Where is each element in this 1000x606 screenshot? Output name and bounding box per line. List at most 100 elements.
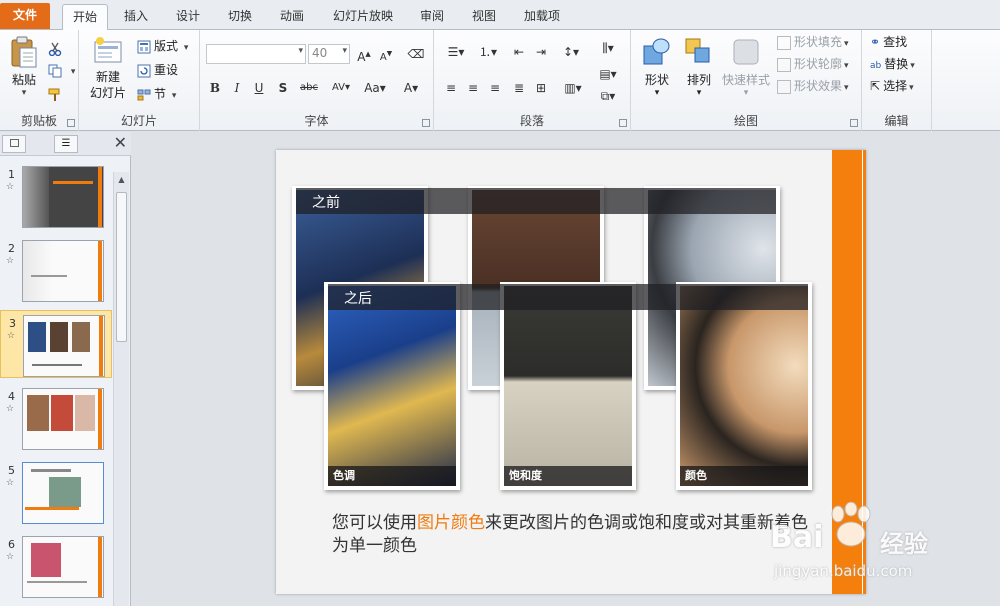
section-button[interactable]: 节 [137,84,176,104]
shapes-button[interactable]: 形状 ▾ [637,36,677,98]
before-label-bar: 之前 [296,188,776,214]
paste-label: 粘贴 [11,73,36,87]
tab-transitions[interactable]: 切换 [218,4,262,30]
find-button[interactable]: ⚭ 查找 [870,32,907,52]
decrease-indent-button[interactable]: ⇤ [510,42,528,62]
slide-thumbnail[interactable] [22,536,104,598]
tab-insert[interactable]: 插入 [114,4,158,30]
thumbnail-item-selected[interactable]: 3 ☆ [0,310,112,378]
font-size-combo[interactable]: 40 ▾ [308,44,350,64]
shape-outline-button[interactable]: 形状轮廓 [777,54,849,74]
bullets-button[interactable]: ☰▾ [442,42,470,62]
photo-after-hue[interactable]: 色调 [324,282,460,490]
distribute-button[interactable]: ⊞ [532,78,550,98]
format-painter-button[interactable] [48,84,65,104]
new-slide-label: 新建 幻灯片 [89,70,126,100]
thumb-text-line [32,364,82,366]
character-spacing-icon: AV▾ [331,82,351,93]
slide-thumbnail[interactable] [22,388,104,450]
italic-button[interactable]: I [228,78,246,98]
line-spacing-button[interactable]: ↕▾ [558,42,584,62]
change-case-button[interactable]: Aa▾ [360,78,390,98]
tab-design[interactable]: 设计 [166,4,210,30]
align-center-icon: ≡ [467,81,479,95]
bold-button[interactable]: B [206,78,224,98]
replace-button[interactable]: ab 替换 [870,54,915,74]
paste-button[interactable]: 粘贴 ▾ [6,36,42,98]
paste-dropdown-icon[interactable]: ▾ [6,88,42,98]
slide-thumbnail[interactable] [22,240,104,302]
font-name-combo[interactable]: ▾ [206,44,306,64]
photo-after-color[interactable]: 颜色 [676,282,812,490]
increase-indent-button[interactable]: ⇥ [532,42,550,62]
text-direction-icon: ⫼▾ [602,41,614,55]
quick-styles-button[interactable]: 快速样式 ▾ [719,36,773,98]
tab-home[interactable]: 开始 [62,4,108,31]
strikethrough-button[interactable]: abc [296,78,322,98]
photo-after-saturation[interactable]: 饱和度 [500,282,636,490]
animation-star-icon: ☆ [6,478,15,488]
copy-button[interactable] [48,60,75,80]
underline-button[interactable]: U [250,78,268,98]
thumbnail-pane-header: ☰ ✕ [0,132,131,156]
tab-animations[interactable]: 动画 [270,4,314,30]
layout-button[interactable]: 版式 [137,36,188,56]
outline-tab[interactable]: ☰ [54,135,78,153]
group-font: ▾ 40 ▾ A▲ A▼ ⌫ B I U S abc AV▾ Aa▾ A▾ 字体 [200,30,434,131]
cut-button[interactable] [48,38,65,58]
clipboard-dialog-launcher[interactable] [67,119,75,127]
slide-thumbnail[interactable] [22,462,104,524]
tab-review[interactable]: 审阅 [412,4,452,30]
smartart-button[interactable]: ⧉▾ [596,86,620,106]
thumbnail-item[interactable]: 5 ☆ [0,458,112,526]
tab-addins[interactable]: 加载项 [516,4,568,30]
thumbnail-item[interactable]: 1 ☆ [0,162,112,230]
thumb-accent-line [25,507,79,510]
scrollbar-thumb[interactable] [116,192,127,342]
line-spacing-icon: ↕▾ [562,45,580,59]
after-label: 之后 [344,291,372,307]
slide-thumbnail[interactable] [22,166,104,228]
cursor-icon: ⇱ [870,79,881,93]
slide-thumbnail[interactable] [23,315,105,377]
drawing-dialog-launcher[interactable] [850,119,858,127]
slide-body-text[interactable]: 您可以使用图片颜色来更改图片的色调或饱和度或对其重新着色为单一颜色 [332,512,822,558]
shape-fill-button[interactable]: 形状填充 [777,32,849,52]
tab-file[interactable]: 文件 [0,3,50,29]
grow-font-button[interactable]: A▲ [354,44,374,64]
close-pane-icon[interactable]: ✕ [114,133,127,152]
text-direction-button[interactable]: ⫼▾ [596,38,620,58]
columns-button[interactable]: ▥▾ [560,78,586,98]
thumb-image [49,477,81,507]
font-color-button[interactable]: A▾ [398,78,424,98]
new-slide-button[interactable]: 新建 幻灯片 [85,36,131,101]
arrange-button[interactable]: 排列 ▾ [679,36,719,98]
slides-tab[interactable] [2,135,26,153]
shape-effects-button[interactable]: 形状效果 [777,76,849,96]
numbering-button[interactable]: ⒈▾ [474,42,502,62]
after-label-bar: 之后 [328,284,808,310]
thumb-image [50,322,68,352]
shrink-font-button[interactable]: A▼ [376,44,396,64]
shadow-button[interactable]: S [274,78,292,98]
paragraph-dialog-launcher[interactable] [619,119,627,127]
font-dialog-launcher[interactable] [422,119,430,127]
align-center-button[interactable]: ≡ [464,78,482,98]
thumbnail-item[interactable]: 6 ☆ [0,532,112,600]
justify-button[interactable]: ≣ [510,78,528,98]
clear-format-button[interactable]: ⌫ [406,44,426,64]
tab-view[interactable]: 视图 [464,4,504,30]
align-right-button[interactable]: ≡ [486,78,504,98]
select-button[interactable]: ⇱ 选择 [870,76,914,96]
font-size-dropdown-icon: ▾ [342,46,347,56]
char-spacing-button[interactable]: AV▾ [326,78,356,98]
thumbnail-scrollbar[interactable]: ▲ [113,172,129,606]
align-text-button[interactable]: ▤▾ [596,64,620,84]
align-left-button[interactable]: ≡ [442,78,460,98]
tab-slideshow[interactable]: 幻灯片放映 [326,4,400,30]
thumbnail-item[interactable]: 2 ☆ [0,236,112,304]
thumbnail-item[interactable]: 4 ☆ [0,384,112,452]
scroll-up-icon[interactable]: ▲ [114,172,129,188]
ribbon: 粘贴 ▾ 剪贴板 新建 幻灯片 版式 重设 [0,30,1000,131]
reset-button[interactable]: 重设 [137,60,178,80]
